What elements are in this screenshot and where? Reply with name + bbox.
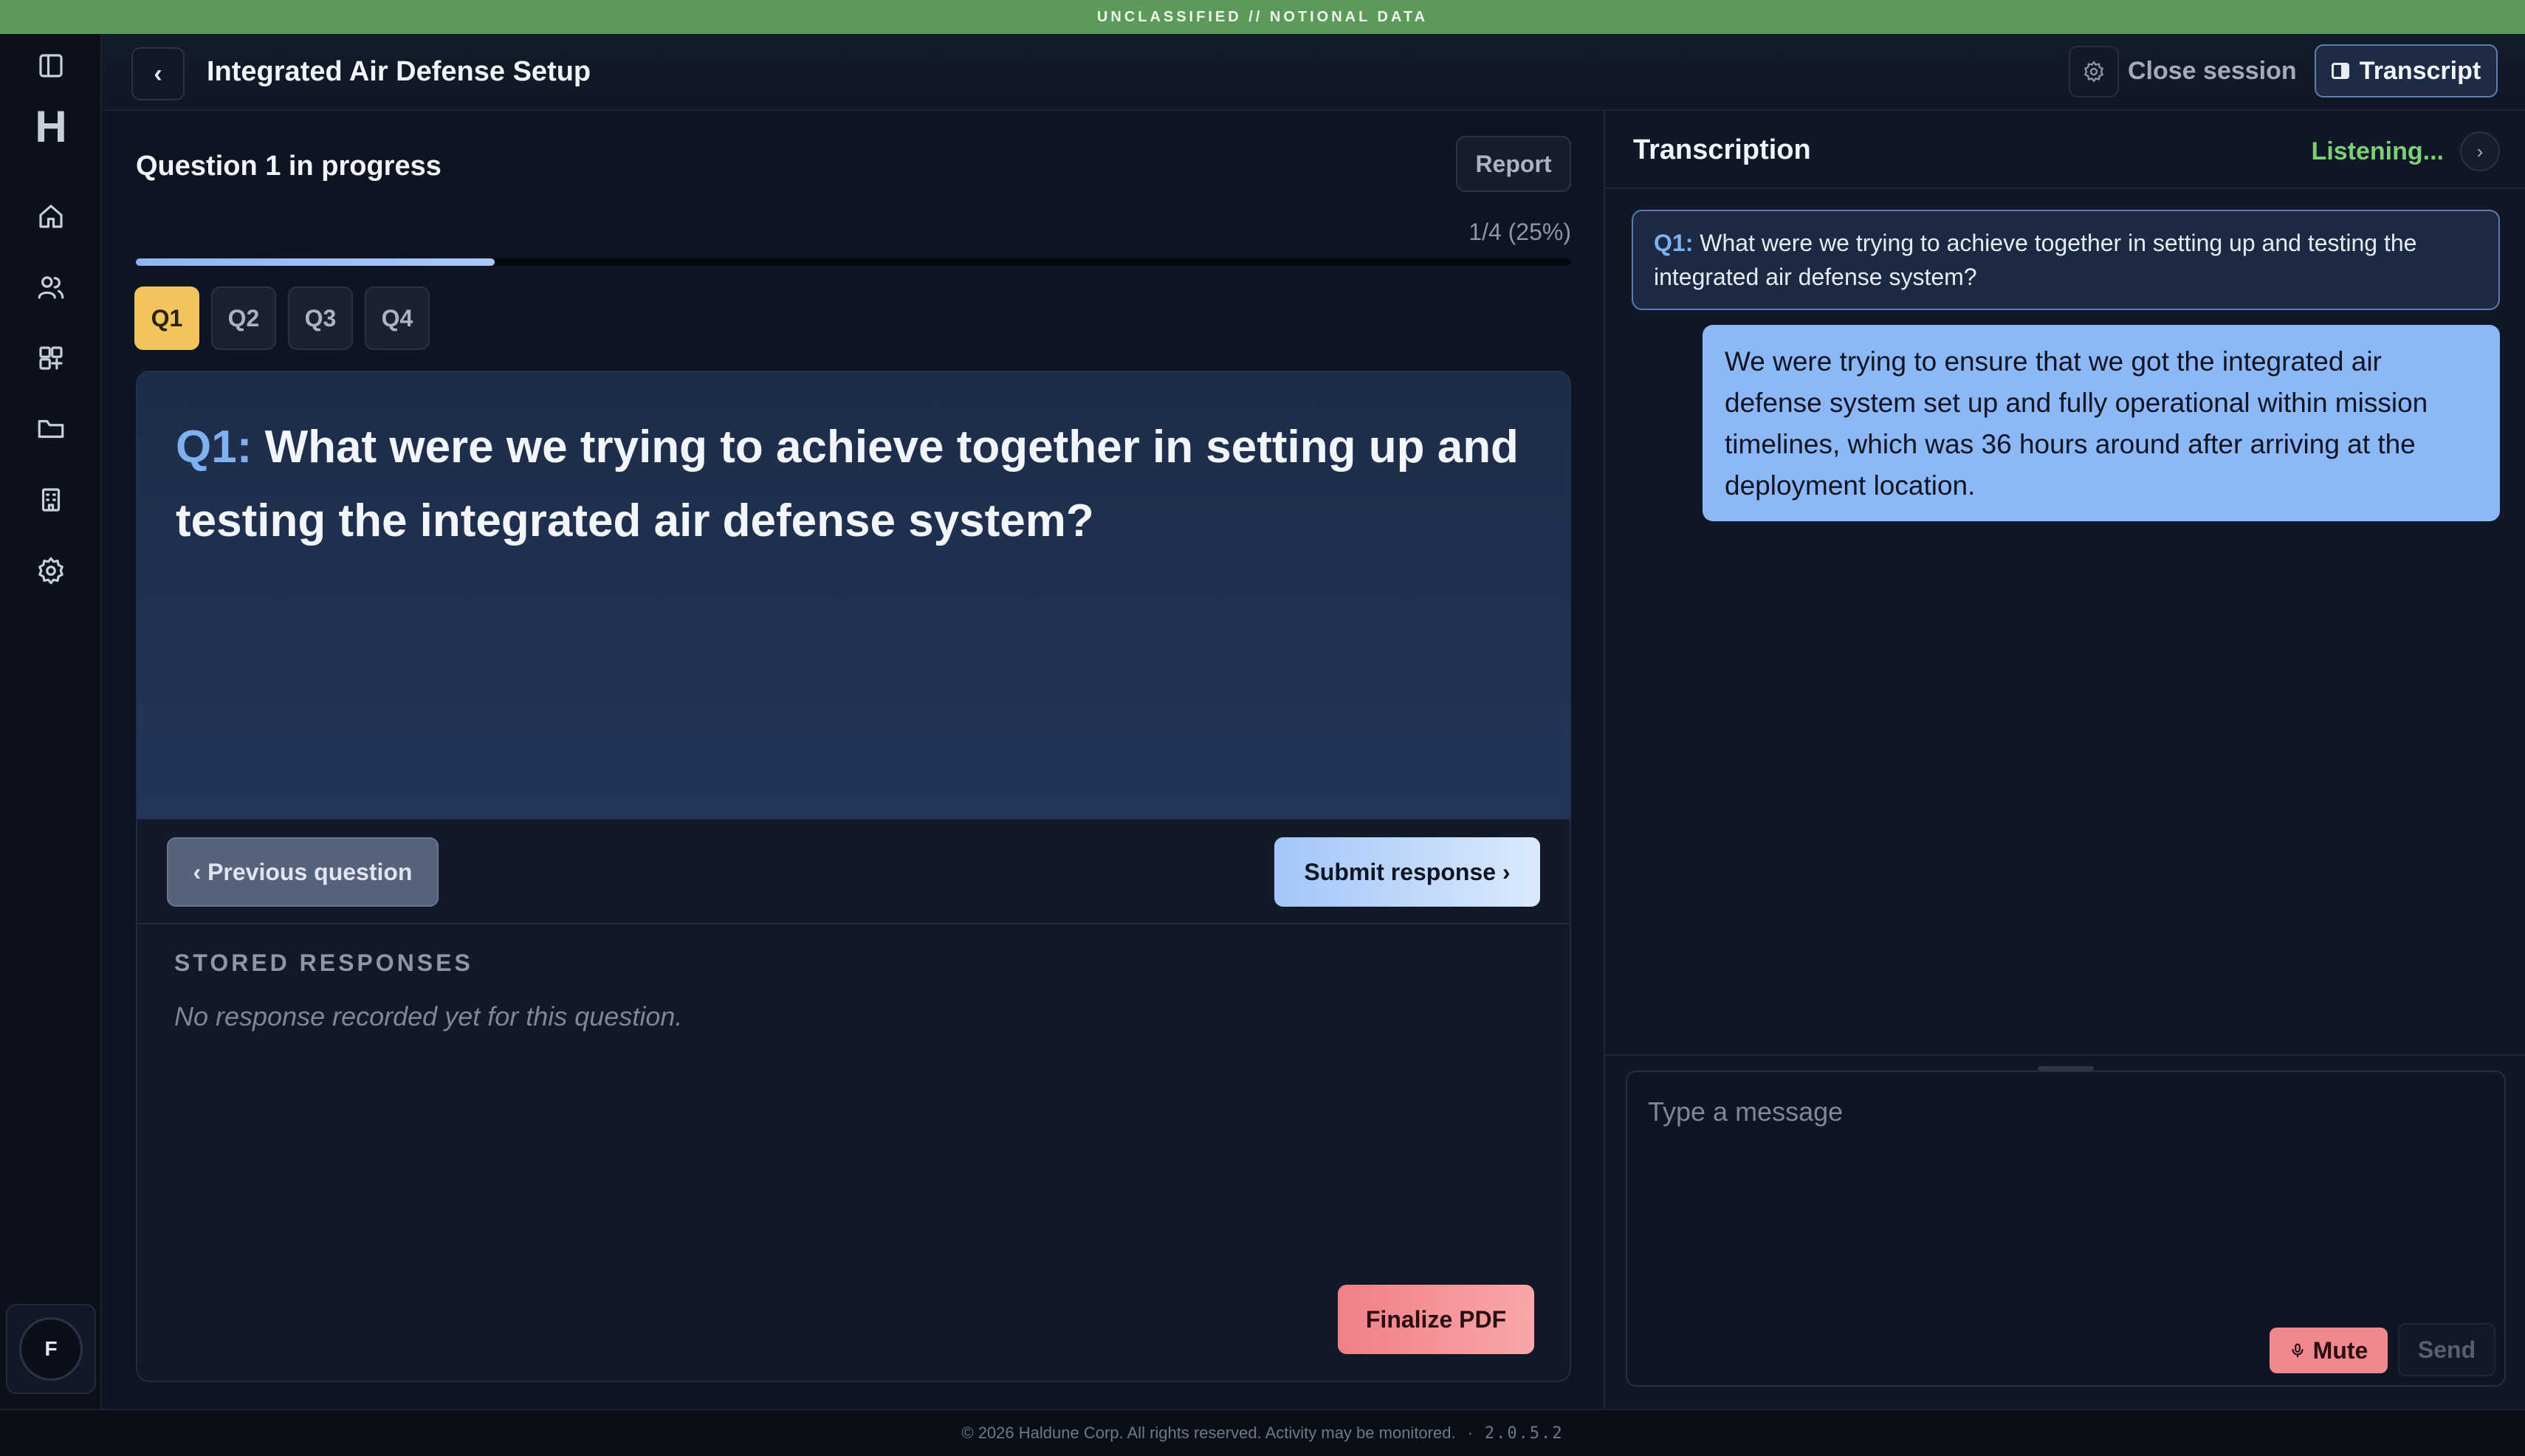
footer-copyright: © 2026 Haldune Corp. All rights reserved…	[961, 1424, 1456, 1442]
question-text: Q1: What were we trying to achieve toget…	[176, 411, 1534, 558]
message-input[interactable]	[1648, 1090, 2482, 1134]
transcription-panel: Transcription Listening... › Q1: What we…	[1604, 111, 2525, 1409]
question-panel: Question 1 in progress Report 1/4 (25%) …	[102, 111, 1604, 1409]
stored-responses-empty: No response recorded yet for this questi…	[174, 1001, 683, 1031]
question-number: Q1:	[176, 422, 252, 473]
app-logo[interactable]: H	[25, 100, 77, 152]
message-composer: Mute Send	[1626, 1071, 2506, 1387]
app-version: 2.0.5.2	[1484, 1424, 1564, 1443]
users-icon[interactable]	[25, 261, 77, 313]
divider	[1605, 1054, 2525, 1056]
transcription-header: Transcription Listening... ›	[1605, 111, 2525, 189]
question-tabs: Q1 Q2 Q3 Q4	[134, 286, 430, 350]
building-icon[interactable]	[25, 474, 77, 526]
chevron-right-icon[interactable]: ›	[2460, 131, 2500, 171]
classification-banner: UNCLASSIFIED // NOTIONAL DATA	[0, 0, 2525, 34]
tab-q4[interactable]: Q4	[365, 286, 430, 350]
transcript-question-bubble: Q1: What were we trying to achieve toget…	[1632, 210, 2500, 310]
tab-q1[interactable]: Q1	[134, 286, 199, 350]
sidebar-rail: H F	[0, 34, 102, 1409]
progress-fill	[136, 258, 495, 266]
home-icon[interactable]	[25, 190, 77, 242]
transcript-toggle-button[interactable]: Transcript	[2315, 44, 2498, 97]
page-title: Integrated Air Defense Setup	[207, 56, 591, 87]
sidebar-panel-icon	[2331, 63, 2349, 79]
stored-responses-heading: STORED RESPONSES	[174, 950, 473, 976]
stored-responses: STORED RESPONSES No response recorded ye…	[136, 924, 1571, 1382]
modules-icon[interactable]	[25, 332, 77, 384]
gear-icon	[2083, 61, 2104, 83]
mute-button[interactable]: Mute	[2270, 1328, 2388, 1373]
progress-bar	[136, 258, 1571, 266]
user-menu[interactable]: F	[6, 1304, 96, 1394]
panel-toggle-icon[interactable]	[25, 40, 77, 92]
tab-q2[interactable]: Q2	[211, 286, 276, 350]
transcript-question-text: What were we trying to achieve together …	[1654, 230, 2417, 290]
finalize-pdf-button[interactable]: Finalize PDF	[1338, 1285, 1534, 1354]
transcript-label: Transcript	[2359, 56, 2481, 85]
footer-separator: ·	[1467, 1424, 1473, 1442]
question-status-title: Question 1 in progress	[136, 151, 442, 182]
question-card: Q1: What were we trying to achieve toget…	[136, 371, 1571, 820]
tab-q3[interactable]: Q3	[288, 286, 353, 350]
listening-status: Listening...	[2311, 137, 2444, 165]
top-header: ‹ Integrated Air Defense Setup Close ses…	[102, 34, 2525, 111]
session-settings-button[interactable]	[2069, 46, 2119, 97]
close-session-button[interactable]: Close session	[2128, 57, 2297, 86]
avatar[interactable]: F	[19, 1317, 83, 1381]
microphone-icon	[2292, 1343, 2304, 1358]
transcript-question-number: Q1:	[1654, 230, 1694, 256]
send-button[interactable]: Send	[2398, 1323, 2495, 1376]
settings-icon[interactable]	[25, 545, 77, 597]
submit-response-button[interactable]: Submit response ›	[1274, 837, 1540, 907]
previous-question-button[interactable]: ‹ Previous question	[167, 837, 439, 907]
question-actions: ‹ Previous question Submit response ›	[136, 820, 1571, 924]
mute-label: Mute	[2312, 1336, 2368, 1364]
folder-icon[interactable]	[25, 403, 77, 455]
report-button[interactable]: Report	[1456, 136, 1571, 192]
back-button[interactable]: ‹	[131, 47, 185, 100]
footer: © 2026 Haldune Corp. All rights reserved…	[0, 1409, 2525, 1456]
transcription-title: Transcription	[1633, 134, 1811, 165]
question-body: What were we trying to achieve together …	[176, 422, 1519, 546]
progress-text: 1/4 (25%)	[1468, 219, 1571, 245]
transcript-answer-bubble: We were trying to ensure that we got the…	[1703, 325, 2500, 521]
